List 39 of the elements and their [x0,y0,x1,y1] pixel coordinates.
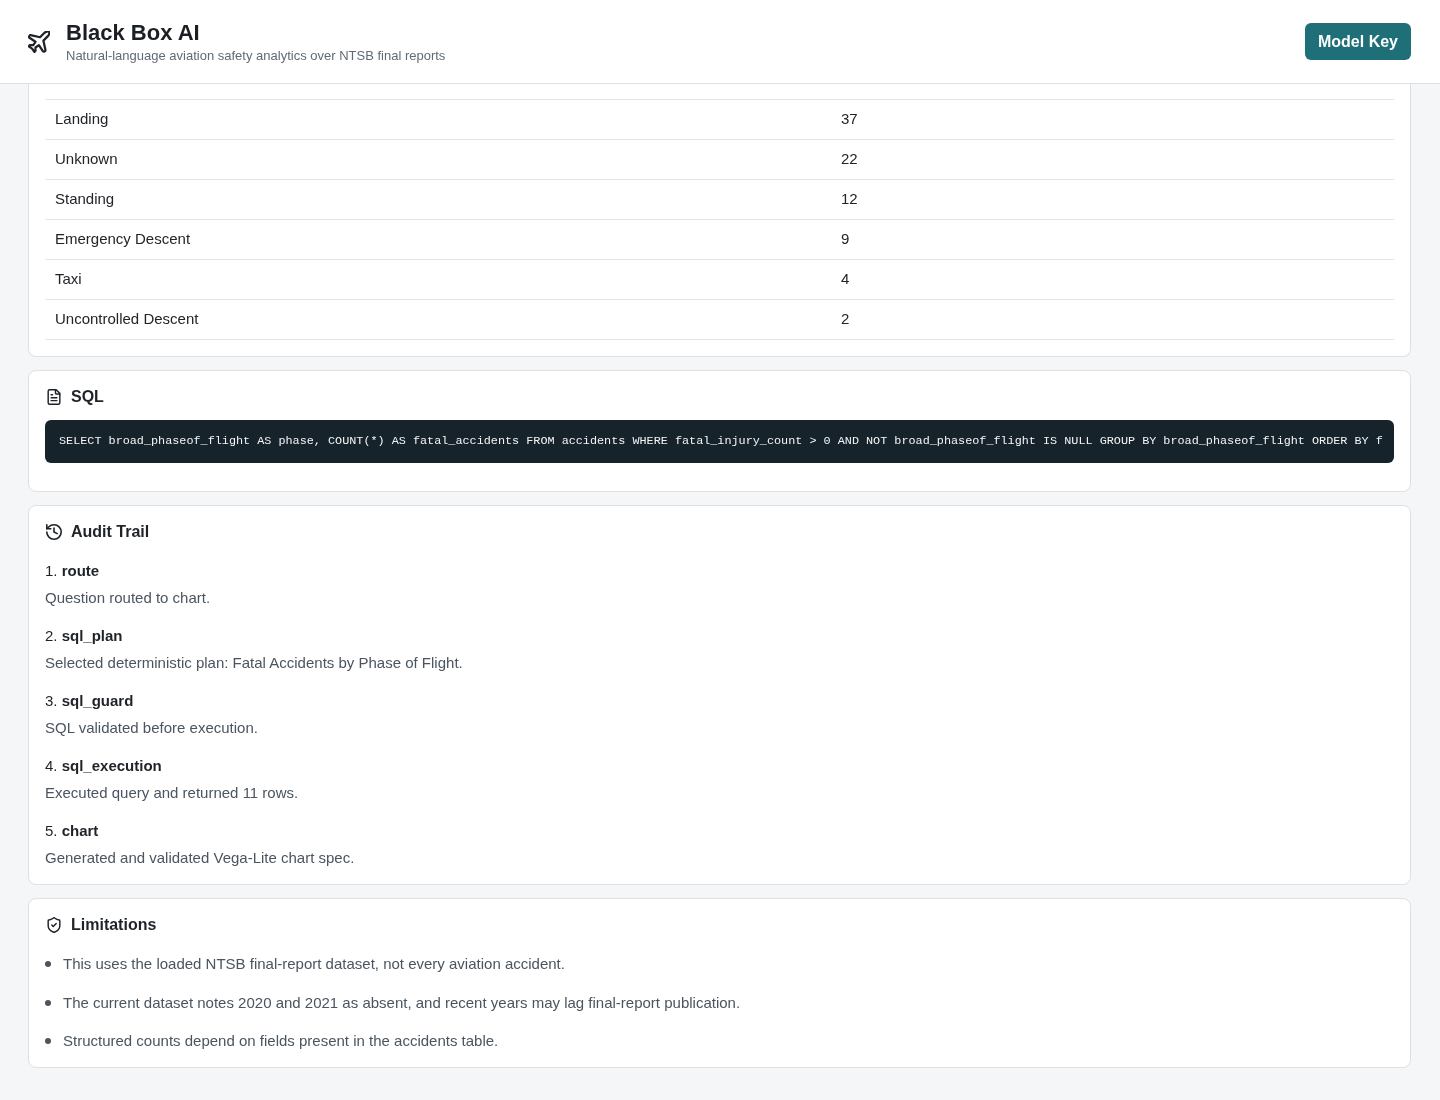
limitation-text: The current dataset notes 2020 and 2021 as absent, and recent years may lag final-report publication. [63,992,741,1013]
card-title: Audit Trail [71,522,150,542]
table-cell-text: 37 [840,109,859,130]
app-subtitle: Natural-language aviation safety analytics over NTSB final reports [66,46,446,64]
model-key-button[interactable]: Model Key [1305,23,1411,60]
audit-step-detail: Selected deterministic plan: Fatal Accidents by Phase of Flight. [45,653,464,673]
audit-step-detail: SQL validated before execution. [45,718,259,738]
bullet-icon [45,1038,51,1044]
table-cell-text: Emergency Descent [54,229,192,250]
audit-step-heading: 2. sql_plan [45,626,124,646]
airplane-icon [28,30,50,53]
card-title: SQL [71,387,104,407]
table-cell-text: 9 [840,229,851,250]
table-cell-text: Landing [54,109,110,130]
audit-step-detail: Question routed to chart. [45,588,212,608]
app-title: Black Box AI [66,19,201,46]
bullet-icon [45,961,51,967]
audit-step-heading: 4. sql_execution [45,756,163,776]
table-cell-text: 4 [840,269,851,290]
table-cell-text: 12 [840,189,859,210]
table-cell-text: 2 [840,309,851,330]
audit-step-heading: 5. chart [45,821,100,841]
audit-step-heading: 3. sql_guard [45,691,135,711]
table-cell-text: Taxi [54,269,83,290]
audit-step-detail: Executed query and returned 11 rows. [45,783,300,803]
sql-code-block: SELECT broad_phaseof_flight AS phase, COUNT(*) AS fatal_accidents FROM accidents WHERE fatal_injury_count > 0 AND NOT broad_phaseof_flight IS NULL GROUP BY broad_phaseof_flight ORDER BY f [45,420,1394,463]
audit-step-heading: 1. route [45,561,101,581]
table-cell-text: Unknown [54,149,119,170]
limitation-text: Structured counts depend on fields present in the accidents table. [63,1031,499,1051]
table-cell-text: 22 [840,149,859,170]
audit-step-detail: Generated and validated Vega-Lite chart spec. [45,848,356,868]
table-cell-text: Uncontrolled Descent [54,309,200,330]
table-cell-text: Standing [54,189,116,210]
document-icon [46,389,62,405]
card-title: Limitations [71,915,157,935]
bullet-icon [45,999,51,1006]
history-icon [46,524,62,540]
shield-check-icon [46,917,62,933]
limitation-text: This uses the loaded NTSB final-report dataset, not every aviation accident. [63,954,565,974]
